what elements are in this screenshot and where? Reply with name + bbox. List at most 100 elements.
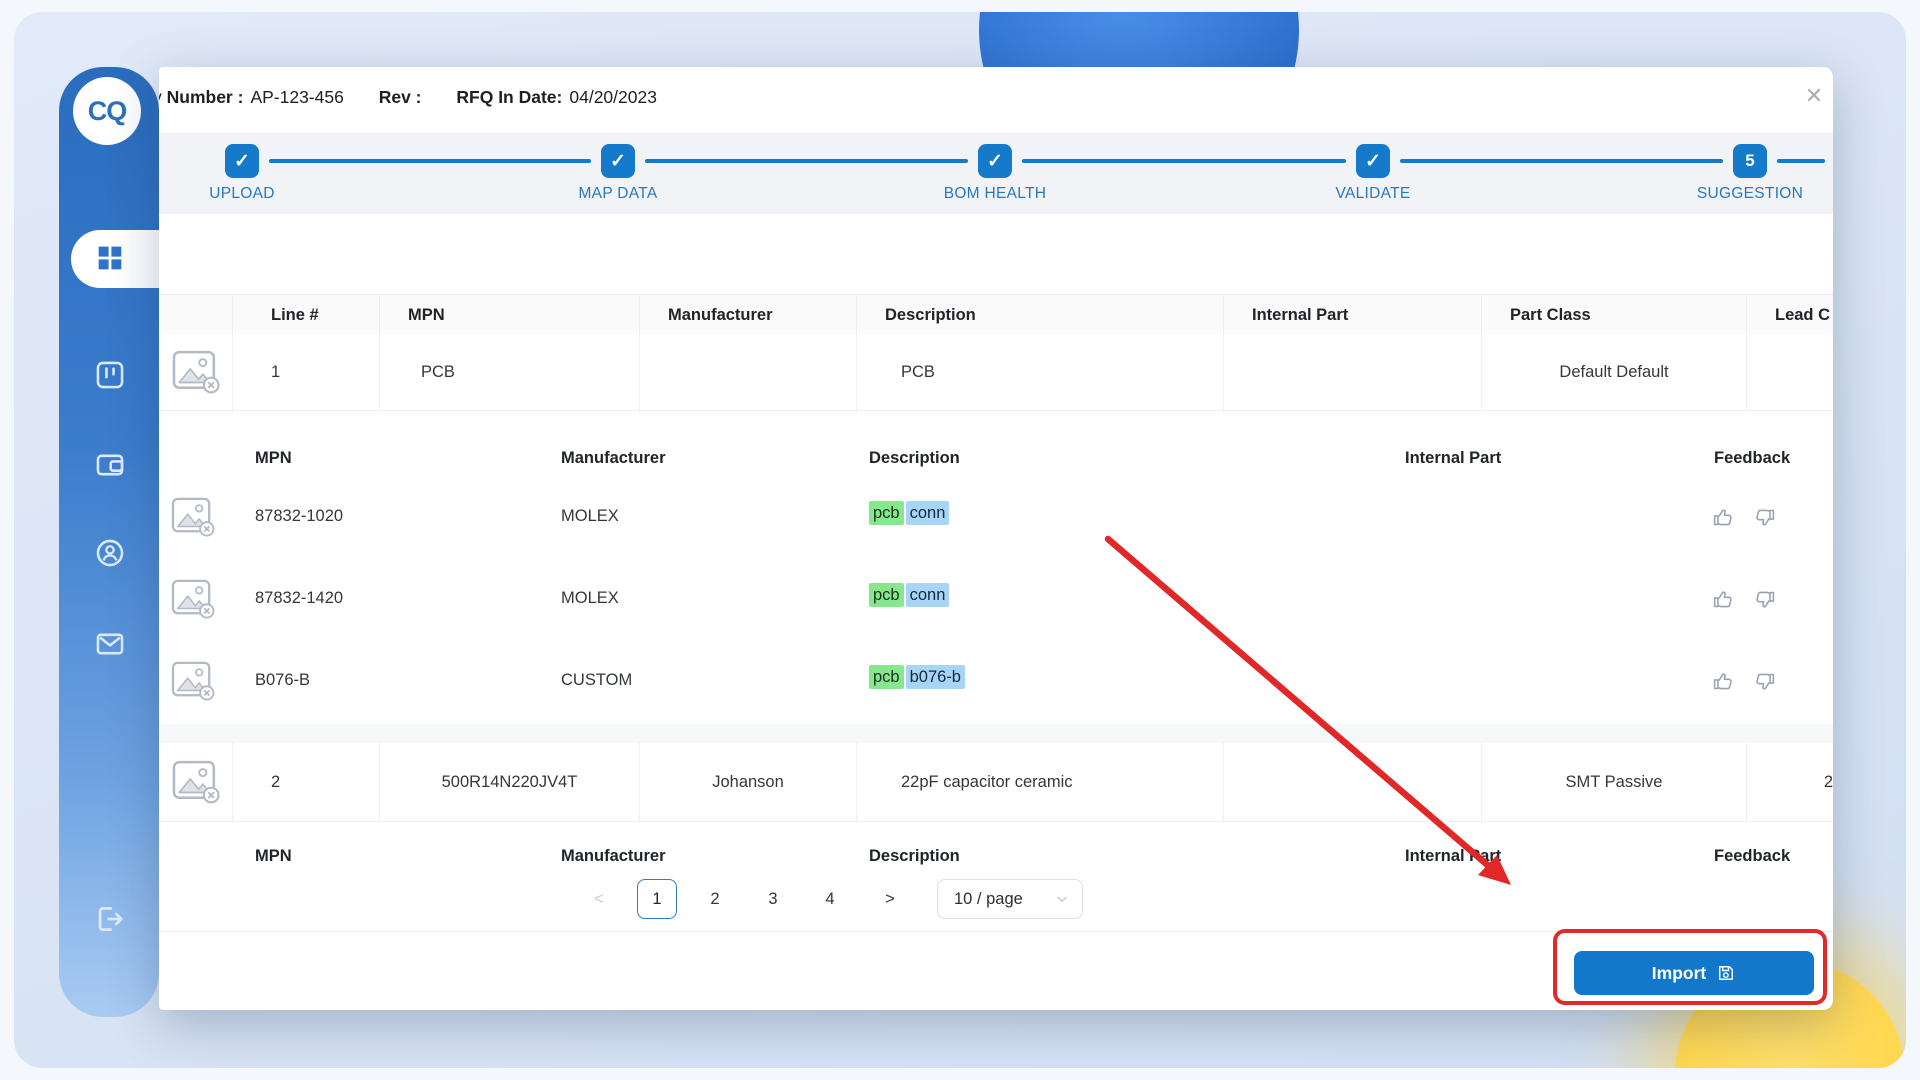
no-image-icon [171, 579, 221, 623]
row2-part-class: SMT Passive [1482, 743, 1747, 821]
rfq-date-value: 04/20/2023 [569, 87, 657, 107]
header-line: Line # [233, 295, 380, 335]
row1-image-cell [159, 334, 233, 410]
pagination-page-1[interactable]: 1 [637, 879, 677, 919]
sidebar-item-mail[interactable] [93, 627, 127, 661]
stepper-connector [1777, 159, 1825, 163]
suggestion-row: 87832-1020 MOLEX pcbconn [159, 478, 1833, 561]
feedback-cell [1711, 587, 1777, 612]
rfq-date-label: RFQ In Date: [456, 87, 562, 107]
row2-lead: 25 [1747, 743, 1833, 821]
table-row-1: 1 PCB PCB Default Default [159, 334, 1833, 411]
header-lead: Lead C [1747, 295, 1833, 335]
sug-header-feedback: Feedback [1714, 449, 1790, 468]
match-highlight-blue: conn [906, 501, 950, 525]
page-size-select[interactable]: 10 / page [937, 879, 1083, 919]
match-highlight-blue: conn [906, 583, 950, 607]
step-validate-check[interactable]: ✓ [1356, 144, 1390, 178]
pagination-page-2[interactable]: 2 [695, 879, 735, 919]
feedback-cell [1711, 669, 1777, 694]
rev-label: Rev : [379, 87, 422, 107]
pagination-next[interactable]: > [870, 879, 910, 919]
thumbs-up-icon[interactable] [1711, 505, 1736, 530]
header-description: Description [857, 295, 1224, 335]
suggestion-manufacturer: MOLEX [561, 507, 619, 526]
row1-mpn: PCB [380, 334, 640, 410]
header-manufacturer: Manufacturer [640, 295, 857, 335]
sug-header-description: Description [869, 449, 960, 468]
suggestion-row: 87832-1420 MOLEX pcbconn [159, 560, 1833, 643]
section-divider-strip [159, 724, 1833, 743]
sug-header-internal-part: Internal Part [1405, 847, 1501, 865]
step-label-mapdata: MAP DATA [528, 185, 708, 203]
cq-logo[interactable]: CQ [73, 77, 141, 145]
sug-header-internal-part: Internal Part [1405, 449, 1501, 468]
suggestion-header-row-clipped: MPN Manufacturer Description Internal Pa… [159, 839, 1833, 865]
match-highlight-green: pcb [869, 583, 904, 607]
sug-header-mpn: MPN [255, 449, 292, 468]
thumbs-down-icon[interactable] [1752, 669, 1777, 694]
pagination-prev[interactable]: < [579, 879, 619, 919]
step-label-validate: VALIDATE [1283, 185, 1463, 203]
number-value: AP-123-456 [250, 87, 343, 107]
no-image-icon [171, 661, 221, 705]
suggestion-description: pcbb076-b [869, 668, 965, 687]
pagination-page-3[interactable]: 3 [753, 879, 793, 919]
app-window: CQ y Number : AP-123-456 Rev : RFQ In Dat… [0, 0, 1920, 1080]
header-part-class: Part Class [1482, 295, 1747, 335]
row2-manufacturer: Johanson [640, 743, 857, 821]
row1-lead [1747, 334, 1833, 410]
match-highlight-green: pcb [869, 665, 904, 689]
sug-header-manufacturer: Manufacturer [561, 847, 666, 865]
clipped-label-fragment: y [159, 87, 162, 107]
sidebar-item-account[interactable] [93, 536, 127, 570]
sidebar-item-board[interactable] [93, 358, 127, 392]
feedback-cell [1711, 505, 1777, 530]
check-icon: ✓ [234, 150, 250, 173]
step-upload-check[interactable]: ✓ [225, 144, 259, 178]
sidebar: CQ [59, 67, 159, 1017]
suggestion-header-row: MPN Manufacturer Description Internal Pa… [159, 441, 1833, 479]
check-icon: ✓ [1365, 150, 1381, 173]
step-mapdata-check[interactable]: ✓ [601, 144, 635, 178]
no-image-icon [171, 760, 221, 804]
row2-line: 2 [233, 743, 380, 821]
step-label-upload: UPLOAD [159, 185, 332, 203]
step-bomhealth-check[interactable]: ✓ [978, 144, 1012, 178]
row2-description: 22pF capacitor ceramic [857, 743, 1224, 821]
close-icon[interactable]: ✕ [1797, 79, 1831, 113]
save-icon [1716, 963, 1736, 983]
suggestion-row: B076-B CUSTOM pcbb076-b [159, 642, 1833, 725]
row2-mpn: 500R14N220JV4T [380, 743, 640, 821]
thumbs-up-icon[interactable] [1711, 587, 1736, 612]
check-icon: ✓ [987, 150, 1003, 173]
no-image-icon [171, 497, 221, 541]
kanban-icon [93, 358, 127, 392]
sidebar-item-dashboard[interactable] [93, 241, 127, 275]
step-suggestion-number[interactable]: 5 [1733, 144, 1767, 178]
app-canvas: CQ y Number : AP-123-456 Rev : RFQ In Dat… [14, 12, 1906, 1068]
thumbs-up-icon[interactable] [1711, 669, 1736, 694]
row2-image-cell [159, 743, 233, 821]
table-row-2: 2 500R14N220JV4T Johanson 22pF capacitor… [159, 743, 1833, 822]
import-button[interactable]: Import [1574, 951, 1814, 995]
sidebar-item-wallet[interactable] [93, 448, 127, 482]
suggestion-manufacturer: MOLEX [561, 589, 619, 608]
mail-icon [93, 627, 127, 661]
match-highlight-blue: b076-b [906, 665, 965, 689]
page-size-value: 10 / page [954, 890, 1023, 909]
logout-icon [93, 902, 127, 936]
step-number: 5 [1745, 151, 1754, 171]
bom-import-modal: y Number : AP-123-456 Rev : RFQ In Date: 0… [159, 67, 1833, 1010]
pagination-page-4[interactable]: 4 [810, 879, 850, 919]
suggestion-manufacturer: CUSTOM [561, 671, 632, 690]
number-label: Number : [167, 87, 244, 107]
row1-internal-part [1224, 334, 1482, 410]
suggestion-mpn: 87832-1420 [255, 589, 343, 608]
thumbs-down-icon[interactable] [1752, 505, 1777, 530]
thumbs-down-icon[interactable] [1752, 587, 1777, 612]
sidebar-item-logout[interactable] [93, 902, 127, 936]
suggestion-mpn: B076-B [255, 671, 310, 690]
stepper-connector [645, 159, 968, 163]
suggestion-description: pcbconn [869, 504, 949, 523]
